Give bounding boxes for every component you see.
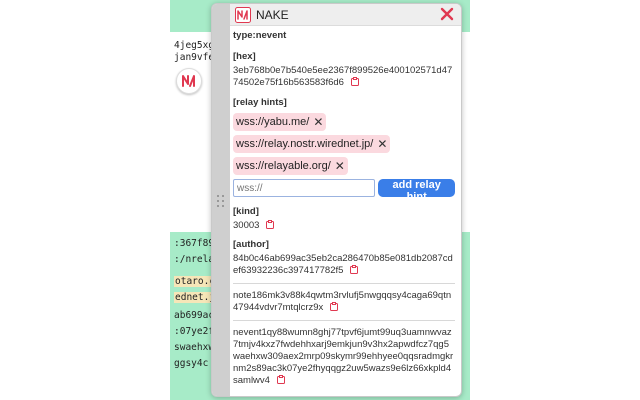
popup-titlebar: NAKE (230, 4, 461, 26)
copy-icon[interactable] (329, 302, 338, 311)
author-value: 84b0c46ab699ac35eb2ca286470b85e081db2087… (233, 253, 455, 277)
drag-strip[interactable] (212, 4, 230, 396)
kind-label: [kind] (233, 206, 259, 217)
type-line: type:nevent (233, 30, 287, 41)
relay-hint-chip: wss://yabu.me/ ✕ (233, 113, 327, 131)
nevent-id: nevent1qy88wumn8ghj77tpvf6jumt99uq3uamnw… (233, 327, 455, 387)
author-label: [author] (233, 239, 269, 250)
relay-hint-text: wss://yabu.me/ (236, 116, 310, 128)
relay-hint-text: wss://relayable.org/ (236, 160, 331, 172)
popup-content: type:nevent [hex] 3eb768b0e7b540e5ee2367… (233, 30, 455, 396)
note-id: note186mk3v88k4qwtm3rvlufj5nwgqqsy4caga6… (233, 290, 455, 314)
copy-icon[interactable] (276, 375, 285, 384)
remove-relay-icon[interactable]: ✕ (313, 115, 323, 129)
popup-title: NAKE (256, 7, 289, 22)
kind-value: 30003 (233, 220, 455, 232)
relay-hint-chip: wss://relayable.org/ ✕ (233, 157, 348, 175)
nake-floating-icon[interactable] (176, 68, 202, 94)
copy-icon[interactable] (350, 265, 359, 274)
background-text-line: :/nrela (174, 254, 215, 265)
background-text-line: swaehxw (174, 342, 215, 353)
add-relay-hint-button[interactable]: add relay hint (378, 179, 455, 203)
drag-handle-icon[interactable] (216, 194, 226, 210)
relay-hints-label: [relay hints] (233, 97, 287, 108)
background-text-line: 4jeg5xg (174, 40, 215, 51)
kind-text: 30003 (233, 220, 260, 231)
hex-value: 3eb768b0e7b540e5ee2367f899526e400102571d… (233, 65, 455, 89)
copy-icon[interactable] (266, 220, 275, 229)
divider (233, 320, 455, 321)
nake-popup: NAKE type:nevent [hex] 3eb768b0e7b540e5e… (211, 3, 462, 397)
close-icon (440, 7, 454, 21)
nevent-text: nevent1qy88wumn8ghj77tpvf6jumt99uq3uamnw… (233, 327, 454, 386)
note-text: note186mk3v88k4qwtm3rvlufj5nwgqqsy4caga6… (233, 290, 452, 313)
relay-hint-text: wss://relay.nostr.wirednet.jp/ (236, 138, 374, 150)
copy-icon[interactable] (350, 77, 359, 86)
remove-relay-icon[interactable]: ✕ (335, 159, 345, 173)
background-text-line: ggsy4c (174, 358, 209, 369)
close-button[interactable] (439, 7, 455, 23)
relay-hint-chip: wss://relay.nostr.wirednet.jp/ ✕ (233, 135, 391, 153)
hex-text: 3eb768b0e7b540e5ee2367f899526e400102571d… (233, 65, 453, 88)
remove-relay-icon[interactable]: ✕ (377, 137, 387, 151)
author-text: 84b0c46ab699ac35eb2ca286470b85e081db2087… (233, 253, 453, 276)
divider (233, 283, 455, 284)
nake-logo-icon (235, 6, 251, 23)
hex-label: [hex] (233, 51, 256, 62)
relay-hint-input[interactable] (233, 179, 376, 197)
